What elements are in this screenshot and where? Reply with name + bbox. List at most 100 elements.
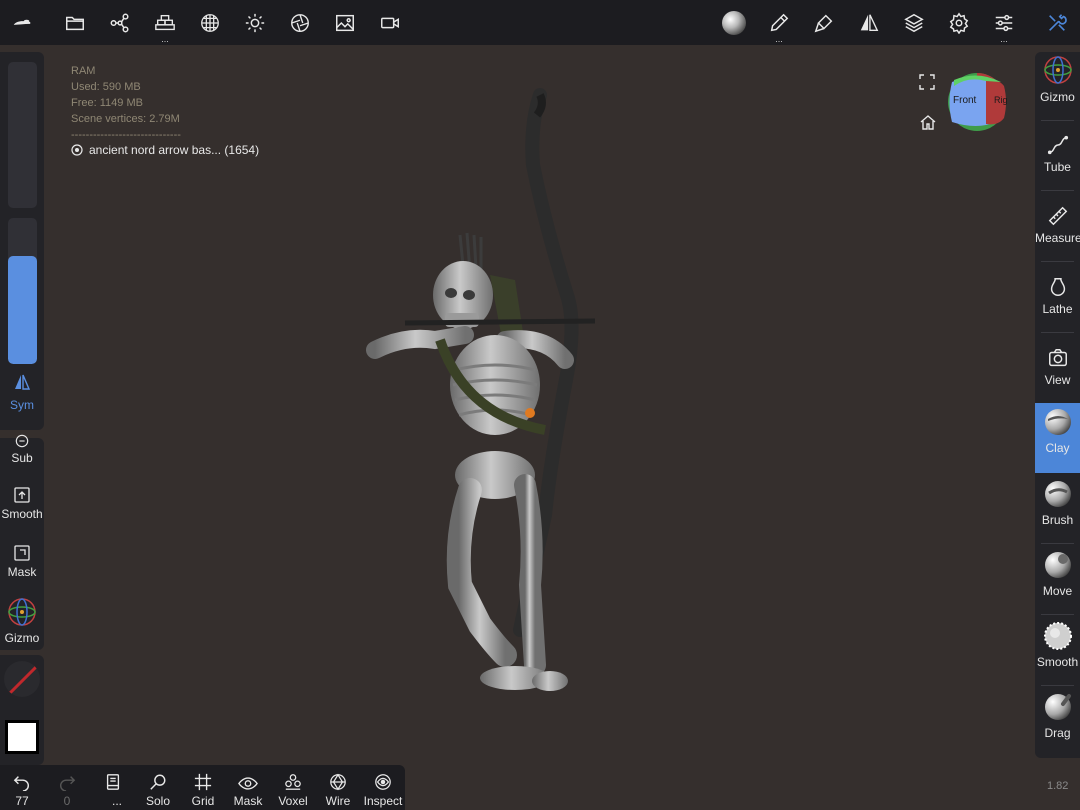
gizmo-toggle[interactable]: Gizmo xyxy=(0,596,44,645)
intensity-slider[interactable] xyxy=(8,218,37,364)
view-cube[interactable]: Front Rig xyxy=(946,72,1008,132)
brush-color-swatch[interactable] xyxy=(4,661,40,697)
tool-move[interactable]: Move xyxy=(1035,546,1080,614)
tool-brush[interactable]: Brush xyxy=(1035,475,1080,543)
camera-record-icon[interactable] xyxy=(368,0,412,45)
intensity-slider-fill xyxy=(8,255,37,364)
ruler-icon xyxy=(1048,206,1067,226)
tool-label: Measure xyxy=(1035,231,1080,245)
mask-toggle[interactable]: Mask xyxy=(0,544,44,579)
tool-smooth[interactable]: Smooth xyxy=(1035,617,1080,685)
scene-graph-icon[interactable] xyxy=(98,0,142,45)
info-separator: ------------------------------ xyxy=(71,129,181,141)
solo-button[interactable]: Solo xyxy=(136,765,180,810)
wireframe-button[interactable]: Wire xyxy=(316,765,360,810)
tool-lathe[interactable]: Lathe xyxy=(1035,264,1080,328)
symmetry-icon[interactable] xyxy=(847,0,891,45)
wire-label: Wire xyxy=(325,794,351,808)
skeleton-archer-model[interactable] xyxy=(355,85,615,700)
material-preview-icon[interactable] xyxy=(712,0,756,45)
ram-info: RAM Used: 590 MB Free: 1149 MB Scene ver… xyxy=(71,63,181,143)
top-toolbar: ... ... ... xyxy=(0,0,1080,45)
voxel-button[interactable]: Voxel xyxy=(271,765,315,810)
gizmo-icon xyxy=(1043,56,1072,84)
search-icon xyxy=(150,774,166,790)
more-dots: ... xyxy=(1000,34,1008,44)
mask-label: Mask xyxy=(7,565,37,579)
clay-brush-icon xyxy=(1044,409,1071,435)
grid-button[interactable]: Grid xyxy=(181,765,225,810)
brush-sphere-icon xyxy=(1044,481,1071,507)
view-cube-front: Front xyxy=(953,95,977,106)
tool-tube[interactable]: Tube xyxy=(1035,122,1080,186)
tube-icon xyxy=(1047,135,1068,155)
inspect-icon xyxy=(375,774,391,790)
paint-color-swatch[interactable] xyxy=(5,720,39,754)
tool-measure[interactable]: Measure xyxy=(1035,193,1080,257)
divider xyxy=(1041,543,1074,544)
redo-button[interactable]: 0 xyxy=(45,765,89,810)
material-sphere-icon[interactable] xyxy=(188,0,232,45)
tool-view[interactable]: View xyxy=(1035,335,1080,399)
divider xyxy=(1041,685,1074,686)
drag-sphere-icon xyxy=(1044,694,1071,720)
mask-label: Mask xyxy=(233,794,263,808)
divider xyxy=(1041,614,1074,615)
tools-icon[interactable] xyxy=(1035,0,1079,45)
tool-label: Brush xyxy=(1041,513,1074,527)
home-icon[interactable] xyxy=(919,113,937,136)
symmetry-toggle[interactable]: Sym xyxy=(0,372,44,422)
paint-brush-icon[interactable]: ... xyxy=(757,0,801,45)
primitives-icon[interactable]: ... xyxy=(143,0,187,45)
divider xyxy=(1041,190,1074,191)
symmetry-icon xyxy=(15,374,31,390)
grid-label: Grid xyxy=(191,794,215,808)
tool-label: View xyxy=(1044,373,1071,387)
menu-icon[interactable] xyxy=(0,0,44,45)
mask-square-icon xyxy=(14,545,30,561)
tool-clay[interactable]: Clay xyxy=(1035,403,1080,473)
move-sphere-icon xyxy=(1044,552,1071,578)
camera-icon xyxy=(1048,349,1067,367)
color-panel xyxy=(0,655,44,765)
scene-vertices: Scene vertices: 2.79M xyxy=(71,113,180,125)
selected-mesh[interactable]: ancient nord arrow bas... (1654) xyxy=(71,143,259,157)
undo-button[interactable]: 77 xyxy=(0,765,44,810)
voxel-label: Voxel xyxy=(278,794,308,808)
minus-circle-icon xyxy=(15,434,29,448)
grid-icon xyxy=(194,773,212,791)
light-icon[interactable] xyxy=(233,0,277,45)
sub-toggle[interactable]: Sub xyxy=(0,434,44,465)
sym-label: Sym xyxy=(10,398,34,412)
tool-label: Clay xyxy=(1045,441,1070,455)
stroke-icon[interactable] xyxy=(802,0,846,45)
inspect-label: Inspect xyxy=(363,794,403,808)
ram-used: Used: 590 MB xyxy=(71,81,141,93)
folder-icon[interactable] xyxy=(53,0,97,45)
settings-icon[interactable] xyxy=(937,0,981,45)
sub-label: Sub xyxy=(11,451,33,465)
shading-icon[interactable] xyxy=(278,0,322,45)
mask-visibility-button[interactable]: Mask xyxy=(226,765,270,810)
gizmo-label: Gizmo xyxy=(4,631,40,645)
background-image-icon[interactable] xyxy=(323,0,367,45)
tool-drag[interactable]: Drag xyxy=(1035,688,1080,756)
history-button[interactable]: ... xyxy=(91,765,135,810)
more-dots: ... xyxy=(775,34,783,44)
smooth-sphere-icon xyxy=(1043,622,1072,650)
smooth-toggle[interactable]: Smooth xyxy=(0,486,44,521)
sliders-icon[interactable]: ... xyxy=(982,0,1026,45)
radius-slider[interactable] xyxy=(8,62,37,208)
mesh-icon xyxy=(71,144,83,156)
view-cube-right: Rig xyxy=(994,95,1008,105)
ram-free: Free: 1149 MB xyxy=(71,97,143,109)
eye-icon xyxy=(238,777,258,790)
tool-gizmo[interactable]: Gizmo xyxy=(1035,52,1080,116)
tool-label: Gizmo xyxy=(1040,90,1075,104)
layers-icon[interactable] xyxy=(892,0,936,45)
tool-label: Smooth xyxy=(1036,655,1079,669)
fullscreen-icon[interactable] xyxy=(918,73,936,96)
left-tools-panel: Sub Smooth Mask Gizmo xyxy=(0,434,44,650)
lathe-icon xyxy=(1050,278,1065,296)
inspect-button[interactable]: Inspect xyxy=(361,765,405,810)
